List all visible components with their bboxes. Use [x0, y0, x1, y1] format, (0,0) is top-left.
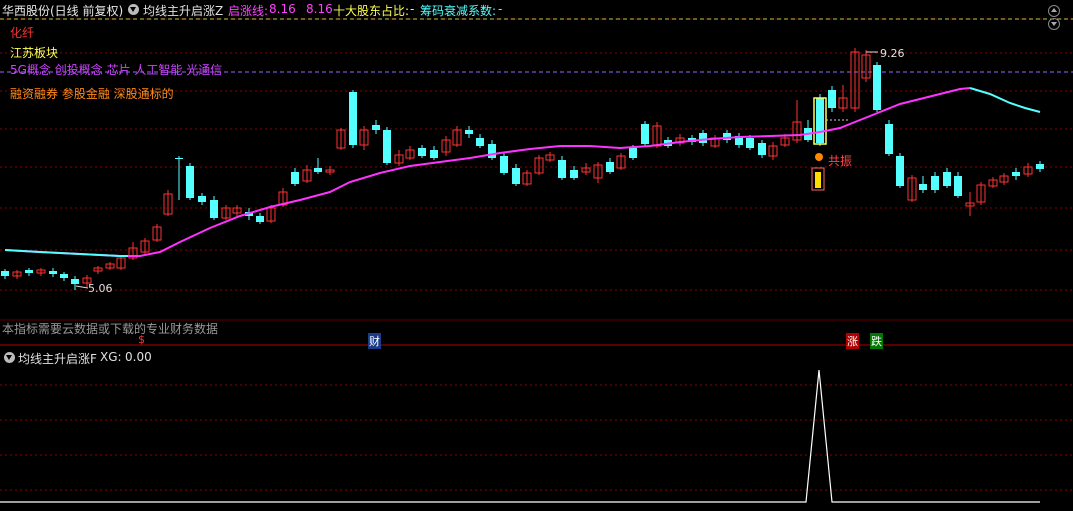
concepts-label-1: 5G概念 创投概念 芯片 人工智能 光通信 — [10, 63, 223, 77]
candle-body — [641, 124, 649, 144]
ma-line-cyan-left — [4, 249, 128, 257]
field2-label: 十大股东占比: — [333, 4, 410, 18]
dollar-marker[interactable]: $ — [138, 333, 145, 346]
rise-marker[interactable]: 涨 — [846, 333, 859, 349]
candle-body — [71, 279, 79, 284]
candle-body — [476, 138, 484, 146]
data-notice: 本指标需要云数据或下载的专业财务数据 — [2, 322, 219, 336]
high-price-label: 9.26 — [880, 47, 905, 60]
candle-body — [430, 150, 438, 158]
candle-body — [25, 270, 33, 273]
candle-body — [816, 98, 824, 143]
candle-body — [60, 274, 68, 278]
indicator-name: 均线主升启涨Z — [143, 4, 224, 18]
candle-body — [372, 125, 380, 130]
candle-body — [746, 138, 754, 148]
candle-body — [758, 143, 766, 155]
candle-body — [873, 65, 881, 110]
candle-body — [896, 156, 904, 186]
candle-body — [256, 216, 264, 222]
field1-value1: 8.16 — [269, 2, 296, 16]
field2-value: - — [410, 2, 415, 16]
candle-body — [1, 271, 9, 276]
candle-body — [943, 172, 951, 186]
xg-label: XG: — [100, 350, 122, 364]
signal-bar — [815, 172, 821, 188]
candle-body — [828, 90, 836, 108]
candle-body — [919, 184, 927, 190]
candle-body — [49, 271, 57, 274]
candle-body — [383, 130, 391, 163]
candle-body — [606, 162, 614, 172]
candle-body — [210, 200, 218, 218]
concepts-label-2: 融资融券 参股金融 深股通标的 — [10, 87, 174, 101]
candle-body — [931, 176, 939, 190]
low-price-label: 5.06 — [88, 282, 113, 295]
finance-marker[interactable]: 财 — [368, 333, 381, 349]
field3-label: 筹码衰减系数: — [420, 4, 497, 18]
low-price-pointer — [75, 285, 89, 289]
industry-label: 化纤 — [10, 26, 35, 40]
candle-body — [198, 196, 206, 202]
region-label: 江苏板块 — [10, 46, 59, 60]
scroll-up-icon[interactable] — [1048, 5, 1060, 17]
signal-dot — [815, 153, 823, 161]
sub-indicator-settings-icon[interactable] — [4, 352, 15, 363]
sub-indicator-name: 均线主升启涨F — [18, 352, 97, 366]
candle-body — [500, 156, 508, 173]
candle-body — [488, 144, 496, 158]
candle-body — [1012, 172, 1020, 176]
candle-body — [465, 130, 473, 134]
candle-body — [558, 160, 566, 178]
xg-value: 0.00 — [125, 350, 152, 364]
candle-body — [349, 92, 357, 145]
signal-label: 共振 — [828, 154, 853, 168]
fall-marker[interactable]: 跌 — [870, 333, 883, 349]
field1-label: 启涨线: — [228, 4, 269, 18]
candle-body — [291, 172, 299, 184]
candle-body — [954, 176, 962, 196]
candle-body — [186, 166, 194, 198]
ma-line-cyan — [969, 87, 1041, 113]
stock-title: 华西股份(日线 前复权) — [2, 4, 124, 18]
candle-body — [418, 148, 426, 156]
candle-body — [570, 170, 578, 178]
indicator-settings-icon[interactable] — [128, 4, 139, 15]
stock-chart-window: 华西股份(日线 前复权) 均线主升启涨Z 启涨线: 8.16 8.16 十大股东… — [0, 0, 1073, 511]
xg-line — [0, 369, 1040, 503]
candle-body — [699, 133, 707, 143]
candle-body — [629, 148, 637, 158]
candle-body — [314, 168, 322, 172]
candle-body — [1036, 164, 1044, 169]
field3-value: - — [498, 2, 503, 16]
candle-body — [512, 168, 520, 184]
scroll-down-icon[interactable] — [1048, 18, 1060, 30]
candle-body — [885, 124, 893, 154]
candle-body — [175, 158, 183, 159]
field1-value2: 8.16 — [306, 2, 333, 16]
